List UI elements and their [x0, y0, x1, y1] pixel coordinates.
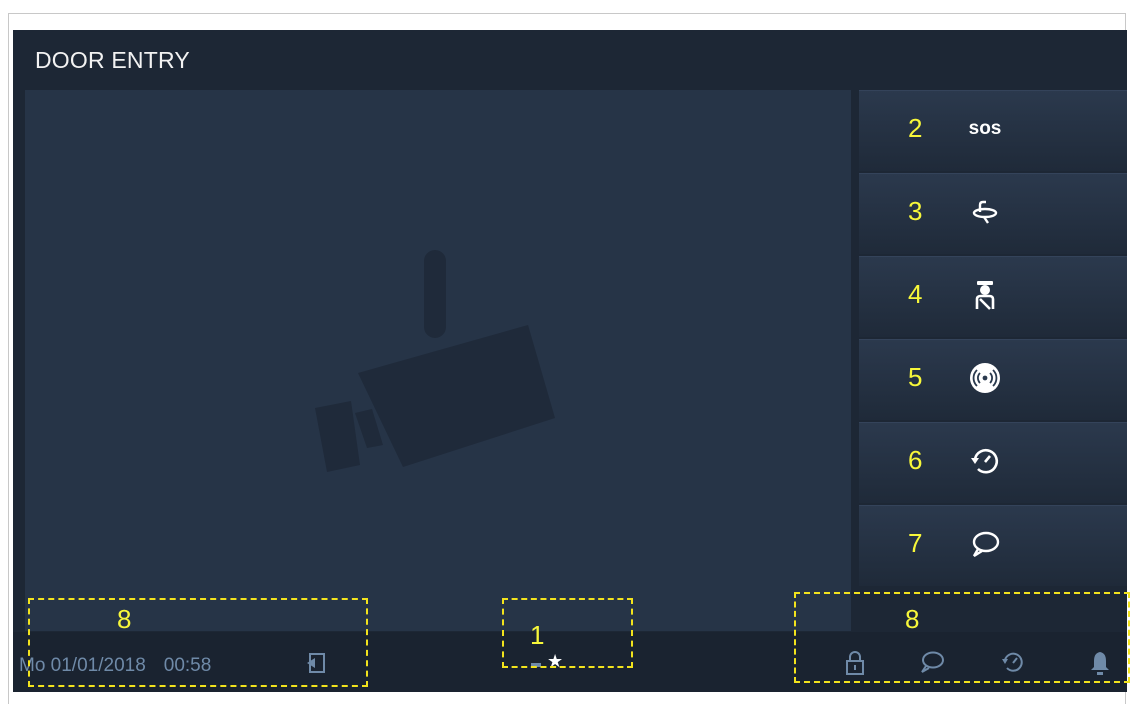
sos-button[interactable]: 2 sos: [859, 90, 1127, 171]
history-icon: [965, 441, 1005, 481]
surveillance-icon: [965, 192, 1005, 232]
message-button[interactable]: 7: [859, 505, 1127, 586]
callout-number: 3: [908, 196, 923, 226]
guard-unit-icon: [965, 275, 1005, 315]
video-area: [25, 90, 851, 631]
callout-box-datetime: [28, 598, 368, 687]
message-icon: [965, 524, 1005, 564]
callout-label-datetime: 8: [117, 604, 132, 634]
callout-number: 7: [908, 528, 923, 558]
intercom-icon: [965, 358, 1005, 398]
callout-number: 5: [908, 362, 923, 392]
callout-label-status-icons: 8: [905, 604, 920, 634]
callout-number: 2: [908, 113, 923, 143]
page-title: DOOR ENTRY: [35, 47, 190, 73]
history-button[interactable]: 6: [859, 422, 1127, 503]
callout-box-status-icons: [794, 592, 1130, 683]
guard-unit-button[interactable]: 4: [859, 256, 1127, 337]
callout-number: 4: [908, 279, 923, 309]
sos-icon: sos: [965, 109, 1005, 149]
callout-number: 6: [908, 445, 923, 475]
camera-placeholder-icon: [315, 250, 555, 472]
callout-label-favorites: 1: [530, 620, 545, 650]
callout-box-favorites: [502, 598, 633, 668]
intercom-button[interactable]: 5: [859, 339, 1127, 420]
surveillance-button[interactable]: 3: [859, 173, 1127, 254]
sos-label: sos: [968, 118, 1002, 139]
function-sidebar: 2 sos 3 4 5 6 7: [859, 90, 1127, 588]
